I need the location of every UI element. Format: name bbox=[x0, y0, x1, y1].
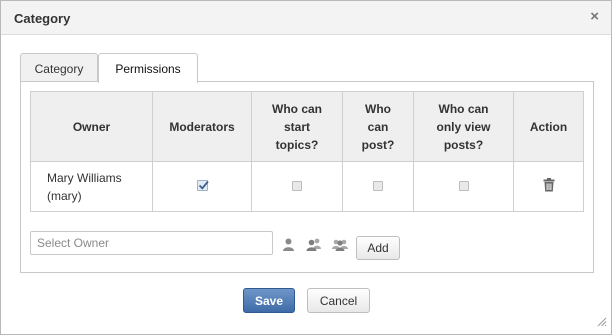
owner-name: Mary Williams bbox=[47, 170, 122, 185]
view-only-checkbox[interactable] bbox=[458, 180, 469, 191]
header-moderators: Moderators bbox=[152, 91, 252, 162]
table-row: Mary Williams (mary) bbox=[30, 161, 584, 212]
header-view-only-line: Who can bbox=[438, 101, 489, 116]
add-owner-button[interactable]: Add bbox=[356, 236, 400, 260]
permissions-table: Owner Moderators Who can start topics? W… bbox=[30, 91, 584, 212]
table-header-row: Owner Moderators Who can start topics? W… bbox=[30, 91, 584, 162]
post-cell bbox=[342, 161, 414, 212]
close-icon[interactable]: × bbox=[590, 8, 599, 25]
header-owner: Owner bbox=[30, 91, 153, 162]
header-start-topics: Who can start topics? bbox=[251, 91, 343, 162]
post-checkbox[interactable] bbox=[373, 180, 383, 191]
header-view-only-line: posts? bbox=[443, 137, 484, 152]
group-icon[interactable] bbox=[332, 238, 348, 254]
cancel-button[interactable]: Cancel bbox=[307, 288, 370, 313]
save-button[interactable]: Save bbox=[243, 288, 295, 313]
header-post-line: can bbox=[367, 119, 389, 134]
moderator-checkbox[interactable] bbox=[196, 179, 209, 191]
owner-username: (mary) bbox=[47, 188, 82, 203]
dialog-title-bar: Category × bbox=[1, 1, 611, 35]
moderators-cell bbox=[152, 161, 252, 212]
trash-icon[interactable] bbox=[543, 178, 555, 195]
start-topics-cell bbox=[251, 161, 343, 212]
group-icon[interactable] bbox=[306, 238, 322, 254]
check-icon bbox=[198, 180, 209, 190]
action-cell bbox=[513, 161, 584, 212]
user-icon[interactable] bbox=[282, 238, 295, 254]
header-view-only: Who can only view posts? bbox=[413, 91, 514, 162]
category-dialog: Category × Category Permissions Owner Mo… bbox=[0, 0, 612, 335]
header-action: Action bbox=[513, 91, 584, 162]
header-view-only-line: only view bbox=[436, 119, 491, 134]
owner-select-input[interactable] bbox=[30, 231, 273, 255]
header-start-topics-line: Who can bbox=[272, 101, 322, 116]
dialog-title: Category bbox=[14, 11, 71, 26]
start-topics-checkbox[interactable] bbox=[292, 180, 302, 191]
header-post-line: post? bbox=[361, 137, 395, 152]
view-only-cell bbox=[413, 161, 514, 212]
resize-grip-icon[interactable] bbox=[597, 316, 607, 330]
header-post-line: Who bbox=[365, 101, 391, 116]
header-start-topics-line: topics? bbox=[275, 137, 319, 152]
tab-category[interactable]: Category bbox=[20, 53, 98, 82]
owner-cell: Mary Williams (mary) bbox=[30, 161, 153, 212]
header-post: Who can post? bbox=[342, 91, 414, 162]
tab-permissions[interactable]: Permissions bbox=[98, 53, 198, 83]
header-start-topics-line: start bbox=[283, 119, 310, 134]
